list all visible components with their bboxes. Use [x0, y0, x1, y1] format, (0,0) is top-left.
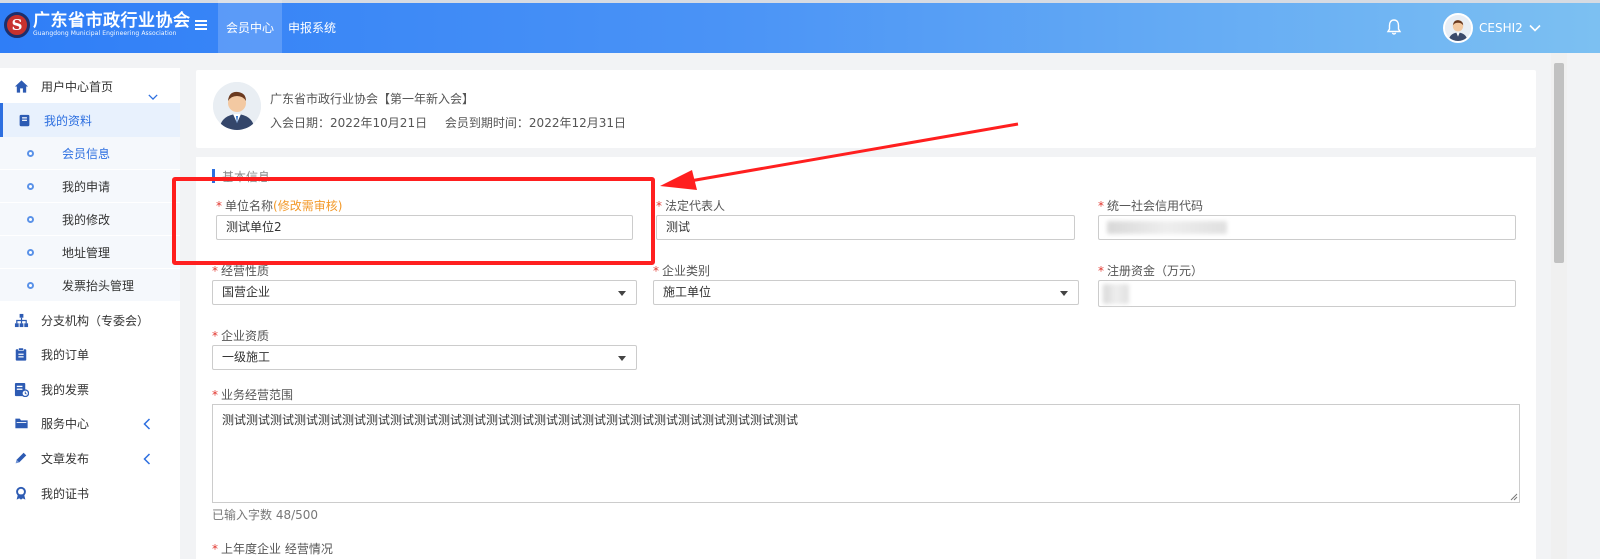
scrollbar-thumb[interactable] [1554, 63, 1564, 263]
annotation-arrow-icon [660, 122, 1019, 190]
page-scrollbar[interactable] [1551, 53, 1567, 559]
